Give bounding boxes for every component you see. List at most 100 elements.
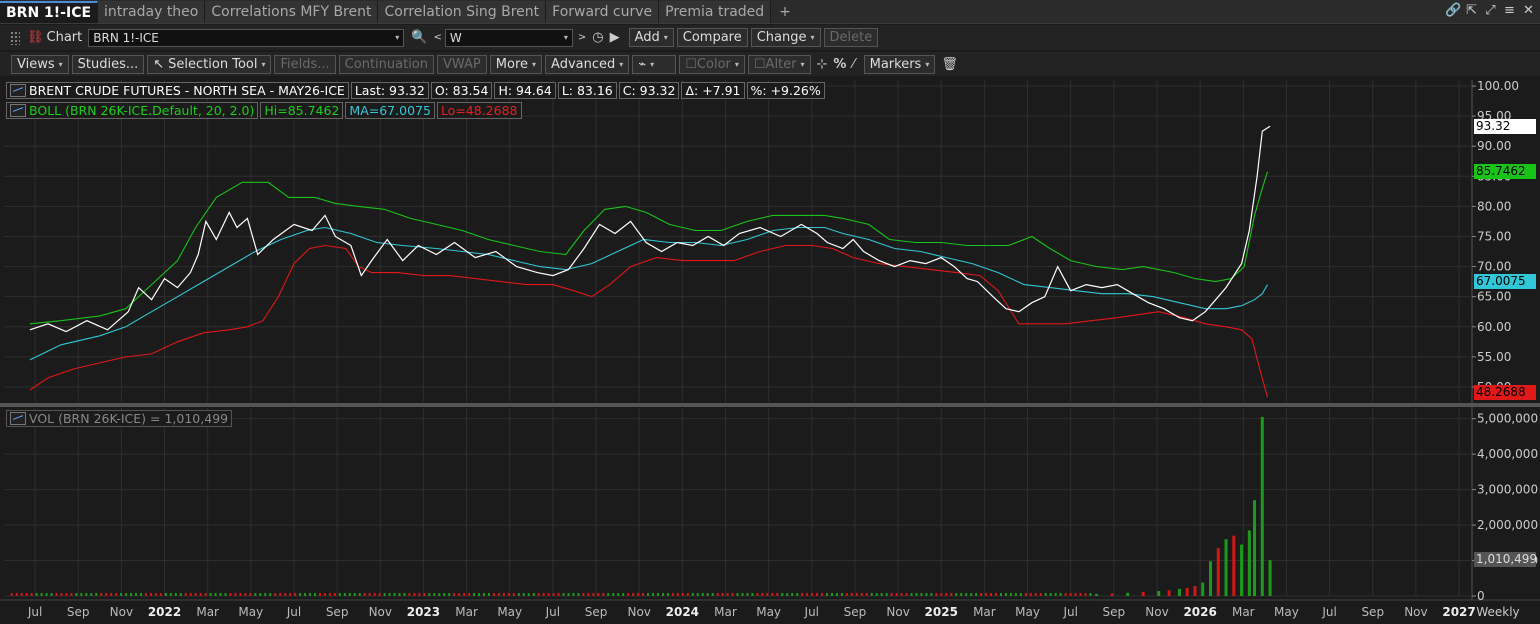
volume-bar — [313, 593, 316, 596]
volume-bar — [781, 593, 784, 596]
markers-button[interactable]: Markers ▾ — [863, 54, 936, 74]
time-tick-label: 2022 — [148, 605, 181, 619]
volume-bar — [602, 593, 605, 596]
tab-premia-traded[interactable]: Premia traded — [659, 1, 772, 23]
tab-forward-curve[interactable]: Forward curve — [546, 1, 660, 23]
log-scale-icon[interactable]: ⁄ — [852, 57, 854, 72]
volume-tick-label: 5,000,000 — [1477, 412, 1538, 426]
time-tick-label: Mar — [196, 605, 219, 619]
color-button[interactable]: ☐ Color ▾ — [679, 54, 745, 74]
advanced-button[interactable]: Advanced ▾ — [545, 54, 630, 74]
volume-bar — [925, 593, 928, 596]
volume-bar — [259, 593, 262, 596]
change-button[interactable]: Change ▾ — [750, 28, 821, 47]
clock-icon[interactable]: ◷ — [592, 30, 603, 45]
volume-bar — [1034, 593, 1037, 596]
legend-boll[interactable]: BOLL (BRN 26K-ICE.Default, 20, 2.0) — [6, 102, 259, 119]
volume-bar — [1157, 591, 1161, 596]
volume-bar — [1079, 593, 1082, 596]
tab-intraday-theo[interactable]: intraday theo — [98, 1, 206, 23]
tab-correlations-mfy-brent[interactable]: Correlations MFY Brent — [205, 1, 379, 23]
volume-bar — [483, 593, 486, 596]
chart-area[interactable]: Jul Sep Nov 2022 Mar May Jul Sep Nov 2023 Mar May Ju… — [0, 78, 1540, 624]
price-tick-label: 80.00 — [1477, 199, 1511, 213]
chart-toolbar: ⛓ Chart BRN 1!-ICE ▾ 🔍 < W ▾ > ◷ ▶ Add ▾ Co… — [0, 25, 1540, 50]
interval-input[interactable]: W ▾ — [444, 28, 573, 47]
volume-bar — [154, 593, 157, 596]
add-button[interactable]: Add ▾ — [628, 28, 674, 47]
interval-prev-icon[interactable]: < — [433, 32, 441, 43]
legend-title[interactable]: BRENT CRUDE FUTURES - NORTH SEA - MAY26-… — [6, 82, 349, 99]
volume-bar — [45, 593, 48, 596]
selection-tool-button[interactable]: ↖ Selection Tool ▾ — [147, 54, 272, 74]
volume-bar — [676, 593, 679, 596]
legend-vol[interactable]: VOL (BRN 26K-ICE) = 1,010,499 — [6, 410, 233, 427]
drag-handle-icon[interactable] — [10, 30, 20, 45]
time-tick-label: Jul — [286, 605, 301, 619]
volume-bar — [557, 593, 560, 596]
volume-bar — [388, 593, 391, 596]
close-icon[interactable]: ✕ — [1521, 3, 1536, 19]
volume-bar — [214, 593, 217, 596]
volume-bar — [612, 593, 615, 596]
percent-icon[interactable]: % — [833, 57, 846, 72]
chevron-down-icon: ▾ — [925, 59, 930, 69]
volume-bar — [587, 593, 590, 596]
more-button[interactable]: More ▾ — [489, 54, 543, 74]
play-icon[interactable]: ▶ — [610, 30, 620, 45]
boll-lo-tag: 48.2688 — [1474, 385, 1536, 400]
time-tick-label: 2026 — [1183, 605, 1216, 619]
volume-bar — [279, 593, 282, 596]
volume-bar — [835, 593, 838, 596]
volume-bar — [1185, 587, 1189, 596]
symbol-input[interactable]: BRN 1!-ICE ▾ — [88, 28, 405, 47]
add-tab-button[interactable]: + — [771, 4, 799, 20]
volume-bar — [269, 593, 272, 596]
volume-bar — [174, 593, 177, 596]
volume-bar — [65, 593, 68, 596]
volume-bar — [164, 593, 167, 596]
volume-bar — [990, 593, 993, 596]
menu-icon[interactable]: ≡ — [1502, 3, 1517, 19]
volume-bar — [149, 593, 152, 596]
search-icon[interactable]: 🔍 — [411, 30, 427, 45]
volume-bar — [1216, 548, 1220, 596]
time-tick-label: Sep — [1361, 605, 1384, 619]
vwap-button[interactable]: VWAP — [437, 54, 487, 74]
tab-brn[interactable]: BRN 1!-ICE — [0, 1, 99, 23]
continuation-button[interactable]: Continuation — [338, 54, 434, 74]
legend-last: Last: 93.32 — [350, 82, 429, 99]
studies-button[interactable]: Studies... — [71, 54, 145, 74]
volume-bar — [801, 593, 804, 596]
volume-bar — [1110, 593, 1114, 596]
volume-bar — [398, 593, 401, 596]
volume-bar — [478, 593, 481, 596]
alter-button[interactable]: ☐ Alter ▾ — [747, 54, 811, 74]
chain-link-icon[interactable]: ⛓ — [27, 30, 44, 45]
tab-correlation-sing-brent[interactable]: Correlation Sing Brent — [378, 1, 547, 23]
volume-bar — [184, 593, 187, 596]
interval-next-icon[interactable]: > — [578, 32, 586, 43]
volume-bar — [656, 593, 659, 596]
time-tick-label: Mar — [1232, 605, 1255, 619]
volume-bar — [552, 593, 555, 596]
link-icon[interactable]: 🔗 — [1445, 3, 1461, 19]
time-tick-label: May — [1274, 605, 1299, 619]
chart-style-button[interactable]: ⌁ ▾ — [632, 54, 677, 74]
volume-bar — [318, 593, 321, 596]
fields-button[interactable]: Fields... — [274, 54, 336, 74]
volume-bar — [642, 593, 645, 596]
compare-button[interactable]: Compare — [676, 28, 748, 47]
views-button[interactable]: Views ▾ — [11, 54, 69, 74]
pane-divider — [0, 403, 1540, 407]
trash-icon[interactable]: 🗑 — [941, 57, 958, 72]
chevron-down-icon: ▾ — [810, 33, 815, 42]
volume-bar — [25, 593, 28, 596]
delete-button[interactable]: Delete — [823, 28, 879, 47]
scale-icon[interactable]: ⊹ — [817, 57, 828, 72]
popout-icon[interactable]: ⇱ — [1464, 3, 1479, 19]
volume-bar — [1084, 593, 1087, 596]
time-tick-label: Nov — [110, 605, 133, 619]
volume-bar — [816, 593, 819, 596]
maximize-icon[interactable]: ⤢ — [1483, 3, 1498, 19]
